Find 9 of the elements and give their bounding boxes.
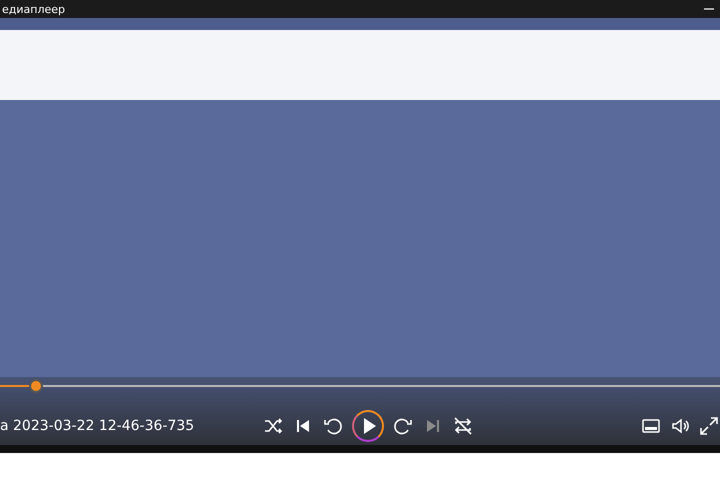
media-title: а 2023-03-22 12-46-36-735 — [0, 418, 196, 434]
repeat-off-icon — [452, 415, 474, 437]
repeat-button[interactable] — [452, 415, 474, 437]
fullscreen-button[interactable] — [698, 415, 720, 437]
play-icon — [364, 418, 376, 434]
seek-bar[interactable] — [0, 378, 720, 394]
window-title: едиаплеер — [1, 2, 66, 16]
fullscreen-icon — [698, 415, 720, 437]
play-button[interactable] — [352, 410, 384, 442]
